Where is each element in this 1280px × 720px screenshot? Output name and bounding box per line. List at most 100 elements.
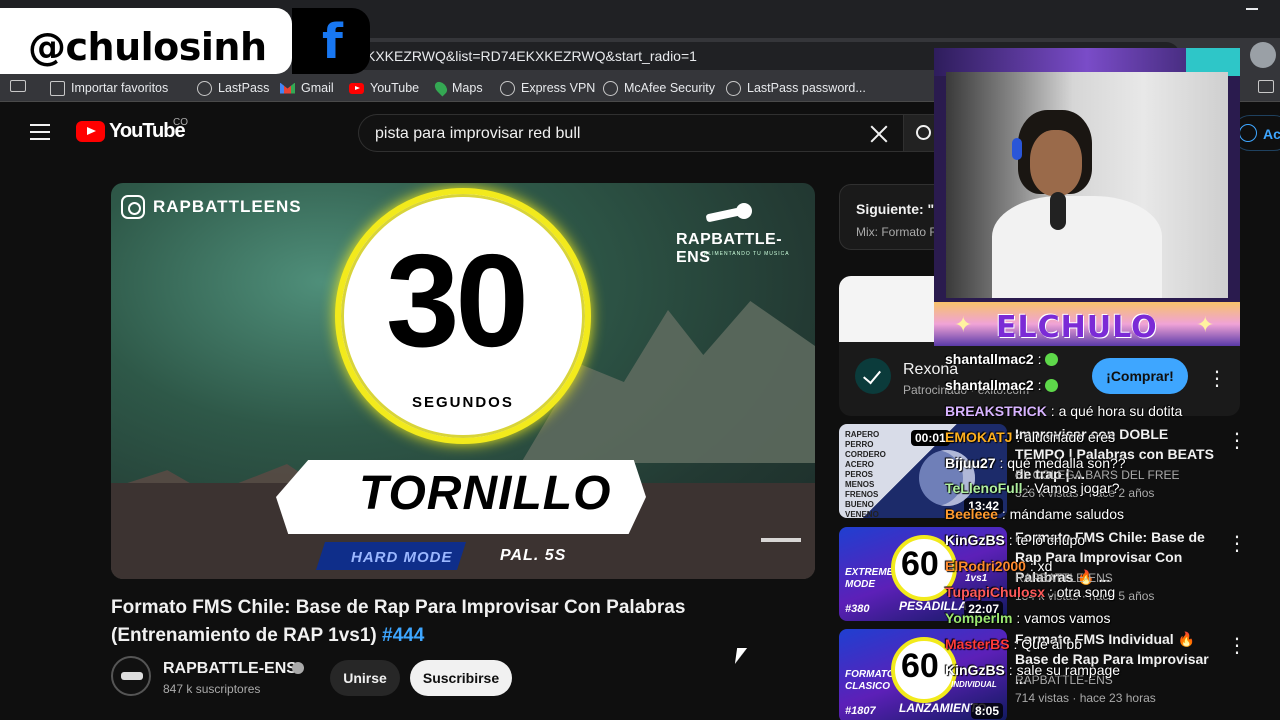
chat-message: TeLlenoFull : Vamos jogar?: [945, 480, 1120, 497]
mode-label: HARD MODE: [351, 549, 453, 566]
video-player[interactable]: RAPBATTLEENS RAPBATTLE-ENS ALIMENTANDO T…: [111, 183, 815, 579]
sparkle-icon: ✦: [954, 312, 973, 337]
bookmark-label: Gmail: [301, 81, 334, 95]
bookmark-gmail[interactable]: Gmail: [280, 79, 334, 97]
up-next-subtitle: Mix: Formato F: [856, 225, 937, 239]
bookmark-label: LastPass: [218, 81, 270, 95]
thumbnail-ig-handle: RAPBATTLEENS: [153, 197, 302, 216]
address-text[interactable]: KXKEZRWQ&list=RD74EKXKEZRWQ&start_radio=…: [366, 48, 697, 64]
bookmark-lastpass-password[interactable]: LastPass password...: [726, 79, 866, 97]
facebook-badge: f: [292, 8, 370, 74]
webcam-title: ELCHULO: [996, 310, 1158, 345]
chat-username: MasterBS: [945, 635, 1010, 652]
thumbnail-word: TORNILLO: [359, 467, 612, 520]
thumbnail-word-list: RAPERO PERRO CORDERO ACERO PEROS MENOS F…: [845, 430, 886, 518]
chat-text: sale su rampage: [1016, 661, 1121, 678]
chat-message: MasterBS : Que al bb: [945, 635, 1082, 652]
chat-text: Que al bb: [1021, 635, 1082, 652]
youtube-play-icon: [76, 121, 105, 142]
chat-username: shantallmac2: [945, 376, 1034, 393]
video-hashtag[interactable]: #444: [382, 625, 424, 646]
side-panel-icon[interactable]: [10, 80, 26, 92]
channel-name[interactable]: RAPBATTLE-ENS: [163, 660, 297, 678]
chat-text: otra song: [1056, 584, 1116, 601]
chat-message: Yomperlm : vamos vamos: [945, 609, 1111, 626]
chat-message: EMOKATJ : alucinado eres: [945, 428, 1116, 445]
globe-icon: [603, 80, 618, 96]
profile-icon[interactable]: [1250, 42, 1276, 68]
account-icon: [1239, 124, 1257, 142]
emote-icon: [1045, 378, 1059, 392]
search-icon: [916, 125, 931, 140]
chat-text: Vamos jogar?: [1034, 480, 1120, 497]
chat-text: alucinado eres: [1024, 428, 1116, 445]
chat-message: Beeleee : mándame saludos: [945, 506, 1125, 523]
mouse-cursor-icon: [734, 648, 748, 664]
folder-icon[interactable]: [1258, 80, 1274, 93]
sparkle-icon: ✦: [1196, 312, 1215, 337]
channel-avatar[interactable]: [111, 656, 151, 696]
chat-username: TeLlenoFull: [945, 480, 1023, 497]
subscriber-count: 847 k suscriptores: [163, 682, 261, 696]
subscribe-button[interactable]: Suscribirse: [410, 660, 512, 696]
thumbnail-badge: 00:01: [911, 430, 950, 446]
pal-label: PAL. 5S: [500, 547, 567, 564]
chat-username: ElRodri2000: [945, 558, 1026, 575]
streamer-shirt: [992, 196, 1162, 298]
chat-text: te lo chupo: [1016, 532, 1086, 549]
bookmark-maps[interactable]: Maps: [432, 79, 483, 97]
import-icon: [50, 80, 65, 96]
chat-message: BREAKSTRICK : a qué hora su dotita: [945, 402, 1183, 419]
chat-message: ElRodri2000 : xd: [945, 558, 1053, 575]
bookmark-label: LastPass password...: [747, 81, 866, 95]
bookmark-mcafee[interactable]: McAfee Security: [603, 79, 715, 97]
bookmark-youtube[interactable]: YouTube: [349, 79, 419, 97]
headset-icon: [1012, 138, 1022, 160]
chat-text: qué medalla son??: [1007, 454, 1126, 471]
emote-icon: [1045, 353, 1059, 366]
streamer-handle: @chulosinh: [28, 25, 267, 69]
recommendation-meta: 714 vistas · hace 23 horas: [1015, 691, 1156, 705]
clear-search-icon[interactable]: [869, 123, 889, 143]
thumbnail-number: 60: [901, 545, 939, 583]
minimize-icon[interactable]: [1246, 8, 1258, 10]
corner-logo-icon: [761, 538, 801, 556]
instagram-icon: [121, 195, 145, 219]
bookmark-label: McAfee Security: [624, 81, 716, 95]
chat-text: xd: [1037, 558, 1053, 575]
chat-username: Bijuu27: [945, 454, 996, 471]
up-next-title: Siguiente: "C: [856, 201, 945, 217]
bookmark-label: YouTube: [370, 81, 420, 95]
globe-icon: [197, 80, 212, 96]
bookmark-lastpass[interactable]: LastPass: [197, 79, 269, 97]
chat-text: vamos vamos: [1024, 609, 1111, 626]
chat-text: mándame saludos: [1009, 506, 1125, 523]
join-button[interactable]: Unirse: [330, 660, 400, 696]
verified-icon: [292, 662, 304, 674]
sign-in-label: Ac: [1263, 126, 1280, 142]
video-title: Formato FMS Chile: Base de Rap Para Impr…: [111, 594, 711, 650]
bookmark-import[interactable]: Importar favoritos: [50, 79, 168, 97]
menu-icon[interactable]: [30, 124, 50, 140]
chat-text: a qué hora su dotita: [1058, 402, 1183, 419]
search-query[interactable]: pista para improvisar red bull: [375, 125, 580, 143]
bookmark-expressvpn[interactable]: Express VPN: [500, 79, 595, 97]
search-input[interactable]: pista para improvisar red bull: [358, 114, 903, 152]
microphone-icon: [1050, 192, 1066, 230]
chat-message: KinGzBS : sale su rampage: [945, 661, 1121, 678]
thumbnail-mode: FORMATO CLASICO: [845, 669, 895, 692]
video-duration: 8:05: [970, 703, 1003, 719]
thumbnail-number: 60: [901, 647, 939, 685]
youtube-logo[interactable]: YouTube: [76, 120, 186, 143]
chat-username: KinGzBS: [945, 532, 1005, 549]
ad-brand-logo: [855, 358, 891, 394]
webcam-feed: [946, 72, 1228, 298]
chat-message: KinGzBS : te lo chupo: [945, 532, 1086, 549]
country-code: CO: [173, 117, 188, 128]
bookmark-label: Express VPN: [521, 81, 596, 95]
chat-message: shantallmac2 :: [945, 346, 1275, 372]
chat-username: shantallmac2: [945, 351, 1034, 367]
globe-icon: [726, 80, 741, 96]
chat-username: BREAKSTRICK: [945, 402, 1047, 419]
microphone-icon: [706, 203, 756, 225]
